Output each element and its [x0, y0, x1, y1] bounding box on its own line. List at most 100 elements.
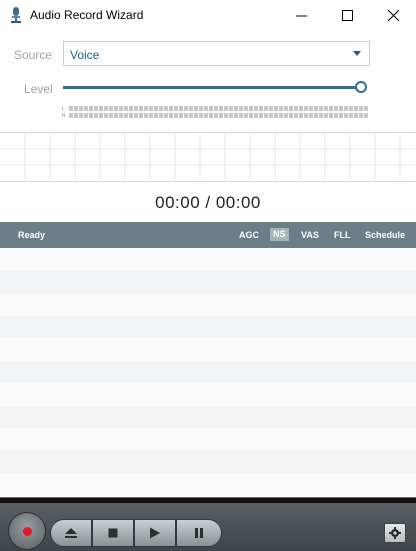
meter-segment	[104, 113, 108, 118]
recordings-list[interactable]	[0, 248, 416, 496]
meter-segment	[114, 113, 118, 118]
meter-segment	[359, 113, 363, 118]
meter-segment	[214, 113, 218, 118]
list-item[interactable]	[0, 248, 416, 271]
source-label: Source	[14, 48, 53, 62]
fll-toggle[interactable]: FLL	[334, 229, 351, 242]
meter-segment	[319, 106, 323, 111]
meter-left-label: L	[62, 106, 65, 112]
meter-segment	[89, 106, 93, 111]
meter-segment	[239, 106, 243, 111]
meter-segment	[129, 113, 133, 118]
meter-segment	[299, 106, 303, 111]
close-icon	[387, 9, 399, 21]
meter-segment	[149, 106, 153, 111]
meter-segment	[79, 113, 83, 118]
stop-button[interactable]	[92, 519, 134, 547]
meter-segment	[329, 113, 333, 118]
meter-segment	[294, 106, 298, 111]
minimize-button[interactable]	[278, 0, 324, 30]
meter-segment	[304, 113, 308, 118]
meter-segment	[134, 106, 138, 111]
list-item[interactable]	[0, 293, 416, 316]
settings-button[interactable]	[384, 523, 406, 543]
list-item[interactable]	[0, 315, 416, 339]
meter-segment	[174, 113, 178, 118]
list-item[interactable]	[0, 428, 416, 451]
meter-segment	[334, 113, 338, 118]
meter-segment	[254, 113, 258, 118]
meter-segment	[334, 106, 338, 111]
meter-segment	[164, 106, 168, 111]
eject-icon	[65, 528, 77, 538]
vas-toggle[interactable]: VAS	[301, 229, 319, 242]
meter-segment	[144, 106, 148, 111]
meter-segment	[244, 113, 248, 118]
meter-segment	[209, 113, 213, 118]
meter-segment	[94, 113, 98, 118]
meter-segment	[164, 113, 168, 118]
eject-button[interactable]	[50, 519, 92, 547]
pause-button[interactable]	[176, 519, 222, 547]
meter-segment	[229, 113, 233, 118]
meter-segment	[344, 106, 348, 111]
list-item[interactable]	[0, 270, 416, 294]
list-item[interactable]	[0, 450, 416, 474]
meter-segment	[314, 113, 318, 118]
meter-segment	[124, 113, 128, 118]
meter-segment	[84, 106, 88, 111]
meter-segment	[314, 106, 318, 111]
meter-segment	[189, 113, 193, 118]
stop-icon	[108, 528, 118, 538]
meter-segment	[184, 113, 188, 118]
maximize-button[interactable]	[324, 0, 370, 30]
meter-segment	[324, 106, 328, 111]
ns-toggle[interactable]: NS	[270, 228, 289, 241]
meter-segment	[304, 106, 308, 111]
meter-segment	[194, 113, 198, 118]
list-item[interactable]	[0, 405, 416, 429]
meter-segment	[234, 106, 238, 111]
agc-toggle[interactable]: AGC	[239, 229, 259, 242]
meter-segment	[159, 106, 163, 111]
meter-segment	[159, 113, 163, 118]
record-button[interactable]	[8, 512, 46, 550]
meter-segment	[199, 113, 203, 118]
source-dropdown[interactable]: Voice	[63, 41, 370, 66]
play-button[interactable]	[134, 519, 176, 547]
microphone-icon	[11, 7, 21, 23]
list-item[interactable]	[0, 383, 416, 406]
close-button[interactable]	[370, 0, 416, 30]
list-item[interactable]	[0, 360, 416, 384]
list-item[interactable]	[0, 473, 416, 496]
meter-segment	[299, 113, 303, 118]
meter-segment	[259, 106, 263, 111]
meter-segment	[174, 106, 178, 111]
meter-segment	[224, 113, 228, 118]
meter-segment	[354, 113, 358, 118]
meter-segment	[344, 113, 348, 118]
meter-segment	[169, 113, 173, 118]
level-slider-track[interactable]	[63, 86, 361, 89]
meter-segment	[184, 106, 188, 111]
meter-segment	[204, 113, 208, 118]
meter-segment	[204, 106, 208, 111]
meter-segment	[264, 113, 268, 118]
schedule-toggle[interactable]: Schedule	[365, 229, 405, 242]
level-slider-thumb[interactable]	[355, 81, 367, 93]
list-item[interactable]	[0, 338, 416, 361]
meter-segment	[134, 113, 138, 118]
meter-segment	[274, 106, 278, 111]
meter-segment	[214, 106, 218, 111]
meter-segment	[119, 106, 123, 111]
meter-segment	[294, 113, 298, 118]
meter-segment	[109, 106, 113, 111]
maximize-icon	[341, 9, 353, 21]
meter-segment	[239, 113, 243, 118]
meter-segment	[129, 106, 133, 111]
meter-segment	[254, 106, 258, 111]
meter-segment	[264, 106, 268, 111]
level-meter-right	[69, 113, 369, 118]
meter-segment	[74, 106, 78, 111]
level-label: Level	[24, 82, 53, 96]
